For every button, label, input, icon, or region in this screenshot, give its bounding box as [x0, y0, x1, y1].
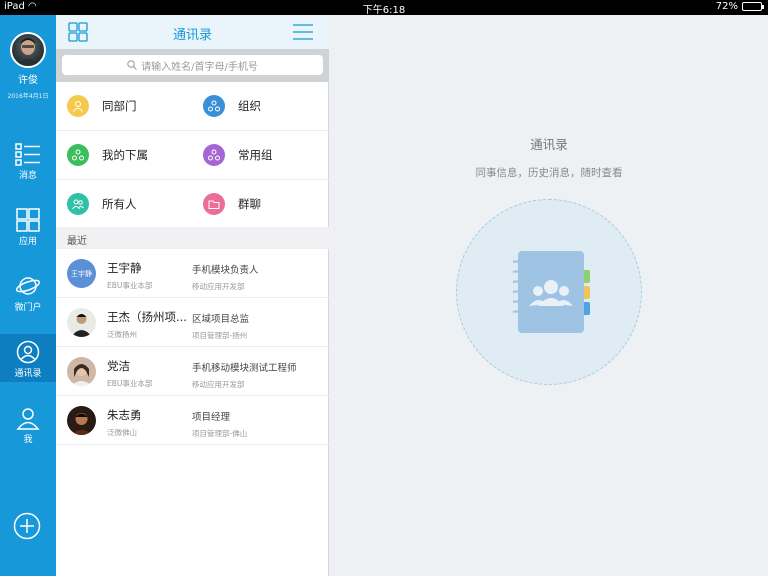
search-icon [127, 60, 137, 70]
contact-name: 党洁 [107, 359, 130, 373]
contact-company: 泛微扬州 [107, 330, 137, 339]
battery-percent: 72% [715, 1, 738, 12]
list-item[interactable]: 朱志勇 泛微佛山 项目经理 项目管理部-佛山 [56, 396, 329, 445]
quick-label: 我的下属 [102, 148, 148, 162]
list-item[interactable]: 王杰（扬州项... 泛微扬州 区域项目总监 项目管理部-扬州 [56, 298, 329, 347]
nav-label: 我 [23, 435, 33, 445]
person-icon [67, 95, 89, 117]
avatar: 王宇静 [67, 259, 96, 288]
quick-organization[interactable]: 组织 [192, 82, 328, 130]
list-item[interactable]: 党洁 EBU事业本部 手机移动模块测试工程师 移动应用开发部 [56, 347, 329, 396]
contact-department: 移动应用开发部 [192, 282, 245, 291]
planet-icon [15, 277, 41, 295]
detail-subtitle: 同事信息，历史消息，随时查看 [475, 167, 623, 179]
contact-department: 项目管理部-扬州 [192, 331, 248, 340]
list-item[interactable]: 王宇静 王宇静 EBU事业本部 手机模块负责人 移动应用开发部 [56, 249, 329, 298]
contact-role: 手机模块负责人 [192, 265, 259, 276]
user-photo [15, 38, 41, 66]
contact-role: 区域项目总监 [192, 314, 250, 325]
people-icon [67, 193, 89, 215]
quick-group-chat[interactable]: 群聊 [192, 180, 328, 228]
contacts-header: 通讯录 [56, 15, 329, 49]
quick-label: 组织 [238, 99, 261, 113]
quick-label: 群聊 [238, 197, 261, 211]
contact-department: 项目管理部-佛山 [192, 429, 248, 438]
contact-role: 手机移动模块测试工程师 [192, 363, 297, 374]
contacts-icon [16, 340, 40, 364]
quick-same-department[interactable]: 同部门 [56, 82, 192, 130]
detail-title: 通讯录 [530, 137, 568, 152]
battery-status: 72% [715, 1, 764, 12]
folder-icon [203, 193, 225, 215]
quick-label: 所有人 [102, 197, 137, 211]
detail-panel: 通讯录 同事信息，历史消息，随时查看 [330, 15, 768, 576]
contacts-panel: 通讯录 请输入姓名/首字母/手机号 同部门 组织 我的下属 常用组 所有人 群聊… [56, 15, 329, 576]
quick-common-groups[interactable]: 常用组 [192, 131, 328, 179]
contact-name: 朱志勇 [107, 408, 142, 422]
apps-grid-icon [16, 208, 40, 232]
contact-company: EBU事业本部 [107, 281, 153, 290]
contact-role: 项目经理 [192, 412, 231, 423]
battery-icon [742, 2, 764, 11]
contacts-illustration [456, 199, 642, 385]
contact-department: 移动应用开发部 [192, 380, 245, 389]
user-date: 2016年4月1日 [7, 93, 49, 100]
quick-everyone[interactable]: 所有人 [56, 180, 192, 228]
quick-subordinates[interactable]: 我的下属 [56, 131, 192, 179]
nav-label: 应用 [18, 237, 37, 247]
nav-messages[interactable]: 消息 [0, 136, 56, 184]
quick-label: 常用组 [238, 148, 273, 162]
clock: 下午6:18 [362, 5, 406, 16]
quick-label: 同部门 [102, 99, 137, 113]
page-title: 通讯录 [172, 28, 212, 43]
status-bar: iPad ◠ 下午6:18 72% [0, 0, 768, 16]
org-icon [67, 144, 89, 166]
search-placeholder: 请输入姓名/首字母/手机号 [141, 61, 258, 73]
contact-company: 泛微佛山 [107, 428, 137, 437]
avatar [67, 308, 96, 337]
nav-label: 消息 [18, 171, 37, 181]
contact-company: EBU事业本部 [107, 379, 153, 388]
person-icon [16, 408, 40, 430]
nav-contacts[interactable]: 通讯录 [0, 334, 56, 382]
message-list-icon [15, 143, 40, 166]
user-name: 许俊 [18, 75, 38, 86]
nav-portal[interactable]: 微门户 [0, 268, 56, 316]
sidebar: 许俊 2016年4月1日 消息 应用 微门户 通讯录 我 [0, 15, 56, 576]
plus-circle-icon[interactable] [13, 512, 41, 540]
recent-section-header: 最近 [56, 227, 329, 249]
user-avatar[interactable] [10, 32, 46, 68]
avatar-text: 王宇静 [71, 269, 92, 278]
nav-label: 通讯录 [14, 369, 42, 379]
org-icon [203, 95, 225, 117]
nav-apps[interactable]: 应用 [0, 202, 56, 250]
avatar [67, 357, 96, 386]
contact-name: 王宇静 [107, 261, 142, 275]
search-bar: 请输入姓名/首字母/手机号 [56, 49, 329, 82]
hamburger-menu-icon[interactable] [293, 23, 313, 41]
org-icon [203, 144, 225, 166]
contact-name: 王杰（扬州项... [107, 310, 187, 324]
nav-label: 微门户 [14, 303, 42, 313]
search-input[interactable]: 请输入姓名/首字母/手机号 [62, 55, 323, 75]
nav-me[interactable]: 我 [0, 400, 56, 448]
avatar [67, 406, 96, 435]
address-book-icon [512, 251, 590, 333]
